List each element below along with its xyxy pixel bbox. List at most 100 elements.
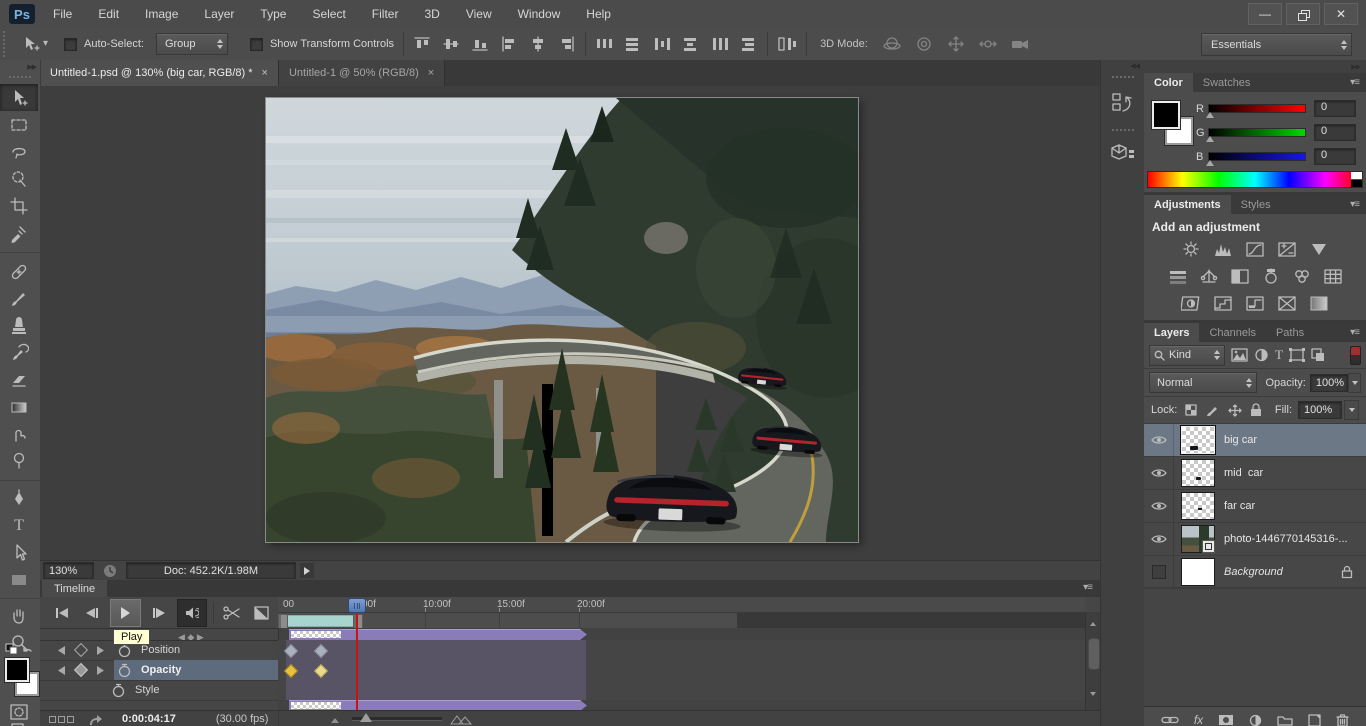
transition-button[interactable] [250,601,274,625]
rectangle-tool[interactable] [0,566,38,593]
timeline-zoom-slider[interactable] [352,717,442,721]
new-layer-icon[interactable] [1308,714,1321,726]
auto-select-checkbox[interactable] [64,38,77,51]
distribute-vertical-icon[interactable] [624,36,642,52]
hand-tool[interactable] [0,602,38,629]
close-button[interactable]: ✕ [1324,3,1358,25]
zoom-level-field[interactable]: 130% [43,562,94,579]
menu-layer[interactable]: Layer [204,7,234,21]
zoom-in-mountain-icon[interactable] [450,713,472,725]
work-area-start-handle[interactable] [278,614,288,629]
red-slider-thumb[interactable] [1206,112,1214,118]
add-keyframe-icon[interactable] [74,663,88,677]
align-bottom-edges-icon[interactable] [471,36,489,52]
layer-name[interactable]: Background [1224,566,1283,578]
blue-slider-thumb[interactable] [1206,160,1214,166]
link-layers-icon[interactable] [1161,715,1179,725]
3d-orbit-icon[interactable] [882,35,902,53]
layer-row-photo[interactable]: photo-1446770145316-... [1144,523,1366,556]
layer-style-fx-button[interactable]: fx [1194,713,1203,726]
distribute-horizontal-icon[interactable] [711,36,729,52]
eraser-tool[interactable] [0,366,38,393]
layer-name[interactable]: mid car [1224,467,1263,479]
tab-paths[interactable]: Paths [1266,323,1314,342]
menu-image[interactable]: Image [145,7,178,21]
video-clip-bar[interactable] [289,629,587,640]
play-button[interactable] [110,599,141,627]
distribute-top-icon[interactable] [595,36,613,52]
blue-value-field[interactable]: 0 [1314,148,1356,165]
dodge-tool[interactable] [0,447,38,474]
color-spectrum-ramp[interactable] [1147,171,1363,188]
menu-window[interactable]: Window [518,7,561,21]
filter-kind-dropdown[interactable]: Kind [1149,345,1225,366]
color-fg-swatch[interactable] [1152,101,1180,129]
brush-tool[interactable] [0,285,38,312]
align-top-edges-icon[interactable] [413,36,431,52]
layer-name[interactable]: big car [1224,434,1257,446]
track-lane-opacity[interactable] [278,660,1085,681]
marquee-tool[interactable] [0,111,38,138]
collapse-tools-icon[interactable]: ▶▶ [0,60,40,73]
audio-mute-button[interactable] [177,599,207,627]
scrollbar-thumb[interactable] [1088,638,1100,670]
track-opacity-selected[interactable]: Opacity [114,660,278,680]
visibility-cell[interactable] [1144,490,1174,522]
gradient-map-icon[interactable] [1277,295,1297,312]
color-balance-icon[interactable] [1199,268,1219,285]
tab-channels[interactable]: Channels [1199,323,1265,342]
align-left-edges-icon[interactable] [500,36,518,52]
track-lane-position[interactable] [278,640,1085,661]
scroll-up-icon[interactable] [1090,622,1096,626]
keyframe-next-icon[interactable] [94,666,106,675]
3d-slide-icon[interactable] [978,35,998,53]
stopwatch-icon[interactable] [118,663,131,678]
visibility-checkbox-empty[interactable] [1152,565,1166,579]
path-selection-tool[interactable] [0,539,38,566]
menu-file[interactable]: File [53,7,72,21]
work-area-bar[interactable] [278,613,1085,629]
timeline-tab[interactable]: Timeline [42,580,107,597]
menu-edit[interactable]: Edit [98,7,119,21]
filter-shape-layers-icon[interactable] [1289,348,1305,362]
group-dropdown[interactable]: Group [156,33,228,55]
track-name[interactable]: Opacity [141,664,181,676]
menu-view[interactable]: View [466,7,492,21]
filter-toggle-switch[interactable] [1350,346,1361,365]
workspace-dropdown[interactable]: Essentials [1201,33,1352,56]
timeline-panel-menu-icon[interactable]: ▾≡ [1083,582,1092,593]
quick-selection-tool[interactable] [0,165,38,192]
color-panel-menu-icon[interactable]: ▾≡ [1350,77,1359,88]
threshold-icon[interactable] [1245,295,1265,312]
layer-thumbnail[interactable] [1181,459,1215,487]
drive-status-icon[interactable] [102,563,118,579]
layers-panel-menu-icon[interactable]: ▾≡ [1350,327,1359,338]
black-white-icon[interactable] [1230,268,1250,285]
channel-mixer-icon[interactable] [1292,268,1312,285]
expand-dock-icon[interactable]: ◀◀ [1101,60,1144,72]
color-lookup-icon[interactable] [1323,268,1343,285]
history-panel-button[interactable] [1101,85,1144,127]
lock-transparency-icon[interactable] [1185,404,1198,417]
tab-swatches[interactable]: Swatches [1193,73,1261,92]
tab-adjustments[interactable]: Adjustments [1144,195,1231,214]
green-value-field[interactable]: 0 [1314,124,1356,141]
dock-gripper[interactable] [1101,72,1144,85]
3d-roll-icon[interactable] [914,35,934,53]
red-slider[interactable] [1208,104,1306,113]
layer-thumbnail[interactable] [1181,558,1215,586]
eyedropper-tool[interactable] [0,219,38,246]
tool-preset-caret-icon[interactable]: ▾ [43,39,48,49]
3d-camera-icon[interactable] [1010,35,1032,53]
previous-frame-button[interactable] [80,601,104,625]
adjustments-panel-menu-icon[interactable]: ▾≡ [1350,199,1359,210]
show-transform-checkbox[interactable] [250,38,263,51]
new-group-icon[interactable] [1277,714,1293,726]
filter-smart-objects-icon[interactable] [1311,348,1325,362]
swap-colors-icon[interactable] [4,642,34,659]
pen-tool[interactable] [0,485,38,512]
tab-styles[interactable]: Styles [1231,195,1281,214]
smudge-tool[interactable] [0,420,38,447]
green-slider[interactable] [1208,128,1306,137]
history-brush-tool[interactable] [0,339,38,366]
